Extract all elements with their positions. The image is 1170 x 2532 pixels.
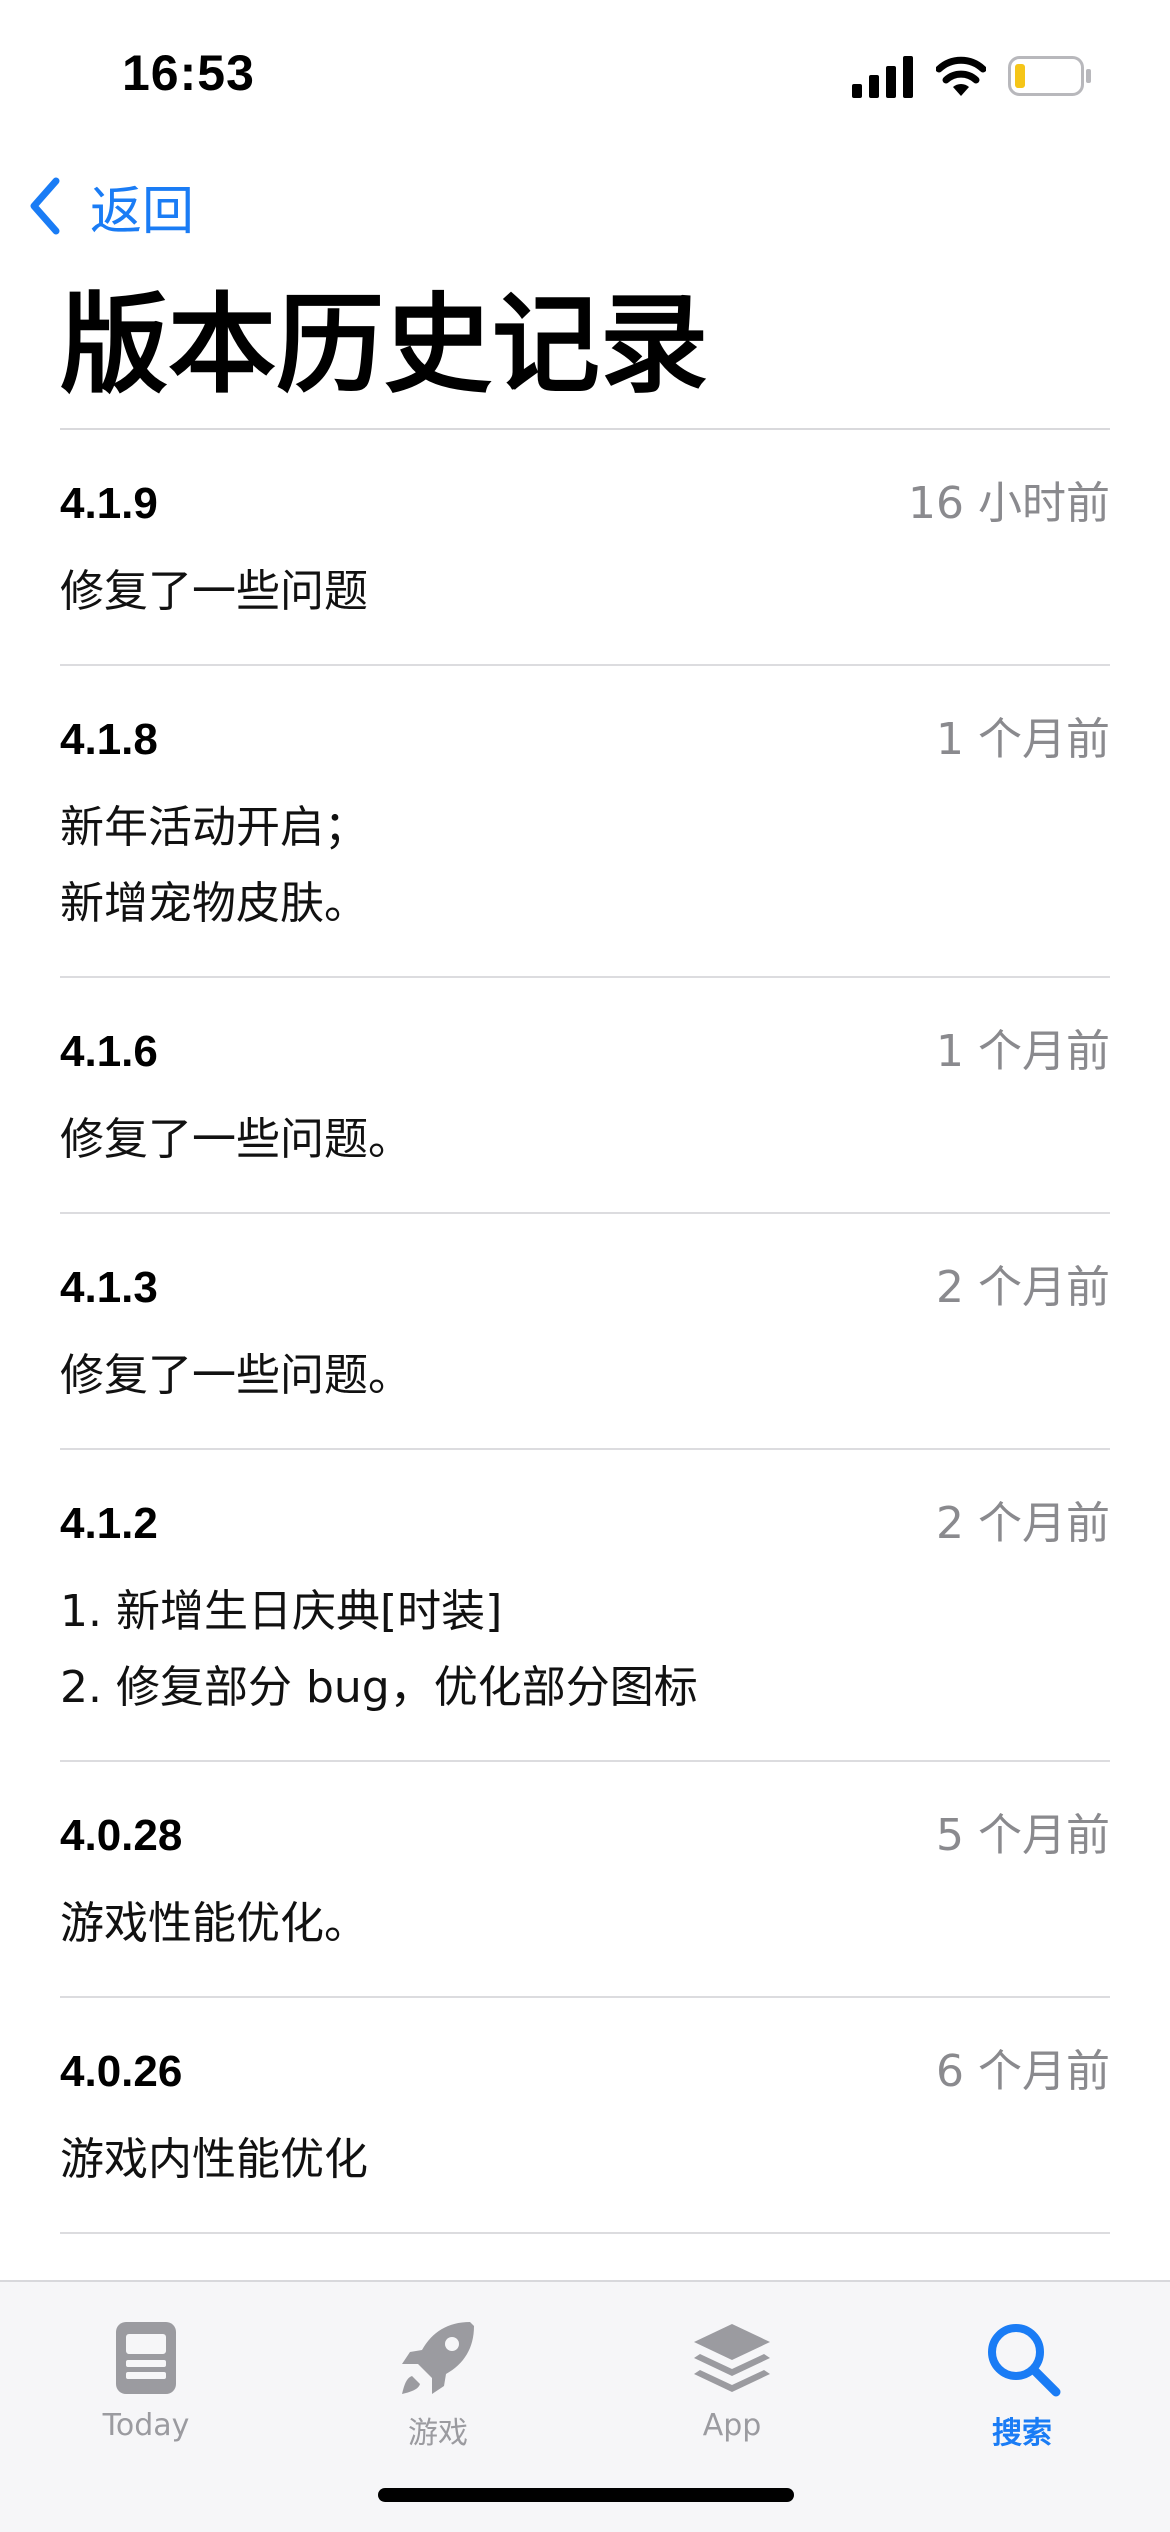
tab-label: App xyxy=(702,2408,762,2443)
version-list: 4.1.9 16 小时前 修复了一些问题 4.1.8 1 个月前 新年活动开启；… xyxy=(60,430,1110,2234)
version-date: 6 个月前 xyxy=(936,2046,1110,2097)
version-date: 1 个月前 xyxy=(936,714,1110,765)
version-item: 4.0.26 6 个月前 游戏内性能优化 xyxy=(60,1998,1110,2234)
version-date: 1 个月前 xyxy=(936,1026,1110,1077)
tab-search[interactable]: 搜索 xyxy=(922,2302,1122,2462)
note-line: 新增宠物皮肤。 xyxy=(60,878,368,929)
note-line: 新年活动开启； xyxy=(60,802,368,853)
note-line: 修复了一些问题 xyxy=(60,566,368,617)
note-line: 游戏内性能优化 xyxy=(60,2134,368,2185)
version-notes: 新年活动开启； 新增宠物皮肤。 xyxy=(60,790,368,942)
version-notes: 游戏性能优化。 xyxy=(60,1886,368,1962)
version-notes: 修复了一些问题。 xyxy=(60,1338,412,1414)
version-item: 4.1.8 1 个月前 新年活动开启； 新增宠物皮肤。 xyxy=(60,666,1110,978)
tab-label: 搜索 xyxy=(992,2416,1052,2451)
version-date: 2 个月前 xyxy=(936,1262,1110,1313)
version-date: 16 小时前 xyxy=(908,478,1110,529)
version-number: 4.1.2 xyxy=(60,1499,158,1548)
note-line: 修复了一些问题。 xyxy=(60,1350,412,1401)
tab-games[interactable]: 游戏 xyxy=(338,2302,538,2462)
version-item: 4.1.3 2 个月前 修复了一些问题。 xyxy=(60,1214,1110,1450)
note-line: 修复了一些问题。 xyxy=(60,1114,412,1165)
version-item: 4.1.6 1 个月前 修复了一些问题。 xyxy=(60,978,1110,1214)
note-line: 2. 修复部分 bug，优化部分图标 xyxy=(60,1662,698,1713)
cellular-signal-icon xyxy=(852,56,913,98)
layers-icon xyxy=(694,2324,770,2392)
chevron-left-icon xyxy=(30,177,60,235)
search-icon xyxy=(988,2324,1061,2397)
version-date: 5 个月前 xyxy=(936,1810,1110,1861)
tab-apps[interactable]: App xyxy=(632,2302,832,2462)
tab-label: Today xyxy=(102,2408,190,2443)
version-item: 4.1.9 16 小时前 修复了一些问题 xyxy=(60,430,1110,666)
battery-icon xyxy=(1008,56,1091,96)
home-indicator[interactable] xyxy=(378,2488,794,2502)
version-number: 4.1.8 xyxy=(60,715,158,764)
version-number: 4.1.6 xyxy=(60,1027,158,1076)
version-notes: 1. 新增生日庆典[时装] 2. 修复部分 bug，优化部分图标 xyxy=(60,1574,698,1726)
today-icon xyxy=(116,2322,176,2394)
tab-label: 游戏 xyxy=(408,2416,468,2451)
version-number: 4.1.9 xyxy=(60,479,158,528)
status-bar: 16:53 xyxy=(0,0,1170,150)
back-label: 返回 xyxy=(90,181,195,242)
note-line: 游戏性能优化。 xyxy=(60,1898,368,1949)
version-item: 4.0.28 5 个月前 游戏性能优化。 xyxy=(60,1762,1110,1998)
version-number: 4.0.26 xyxy=(60,2047,183,2096)
tab-today[interactable]: Today xyxy=(46,2302,246,2462)
version-number: 4.1.3 xyxy=(60,1263,158,1312)
note-line: 1. 新增生日庆典[时装] xyxy=(60,1586,503,1637)
page-title: 版本历史记录 xyxy=(60,283,709,408)
rocket-icon xyxy=(402,2322,474,2394)
wifi-icon xyxy=(936,56,986,96)
status-time: 16:53 xyxy=(122,45,255,101)
version-item: 4.1.2 2 个月前 1. 新增生日庆典[时装] 2. 修复部分 bug，优化… xyxy=(60,1450,1110,1762)
version-date: 2 个月前 xyxy=(936,1498,1110,1549)
version-number: 4.0.28 xyxy=(60,1811,183,1860)
back-button[interactable]: 返回 xyxy=(24,170,194,242)
version-notes: 游戏内性能优化 xyxy=(60,2122,368,2198)
version-notes: 修复了一些问题。 xyxy=(60,1102,412,1178)
version-notes: 修复了一些问题 xyxy=(60,554,368,630)
